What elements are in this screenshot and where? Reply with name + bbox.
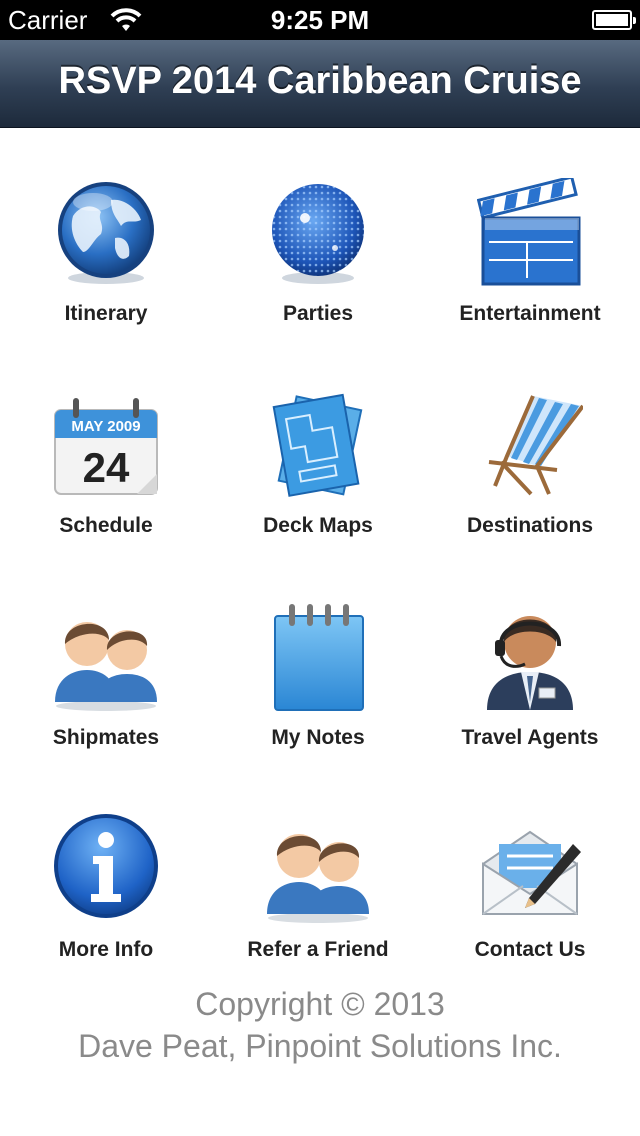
- beach-chair-icon: [488, 395, 583, 496]
- menu-item-label: Parties: [282, 302, 354, 325]
- menu-item-label: Deck Maps: [263, 514, 373, 537]
- info-icon: [54, 814, 158, 918]
- menu-item-my-notes[interactable]: My Notes: [212, 552, 424, 752]
- menu-item-label: My Notes: [271, 726, 365, 749]
- page-title: RSVP 2014 Caribbean Cruise: [58, 60, 582, 102]
- menu-item-label: Entertainment: [459, 302, 601, 325]
- copyright-text: Copyright © 2013: [195, 986, 445, 1022]
- status-time: 9:25 PM: [270, 5, 370, 35]
- battery-icon: [592, 10, 636, 30]
- envelope-pen-icon: [482, 830, 581, 915]
- menu-item-entertainment[interactable]: Entertainment: [424, 128, 636, 328]
- people-icon: [267, 834, 369, 923]
- people-icon: [55, 622, 157, 711]
- clapperboard-icon: [477, 178, 581, 286]
- menu-item-label: Refer a Friend: [247, 938, 389, 961]
- footer: Copyright © 2013 Dave Peat, Pinpoint Sol…: [0, 985, 640, 1069]
- menu-item-deck-maps[interactable]: Deck Maps: [212, 340, 424, 540]
- calendar-icon: MAY 2009 24: [54, 398, 158, 495]
- deck-map-icon: [272, 393, 363, 497]
- menu-item-travel-agents[interactable]: Travel Agents: [424, 552, 636, 752]
- menu-item-label: Destinations: [466, 514, 594, 537]
- menu-item-label: Travel Agents: [461, 726, 599, 749]
- calendar-month: MAY 2009: [71, 418, 140, 435]
- menu-item-schedule[interactable]: MAY 2009 24 Schedule: [0, 340, 212, 540]
- menu-item-parties[interactable]: Parties: [212, 128, 424, 328]
- menu-item-label: Contact Us: [474, 938, 586, 961]
- menu-item-label: Itinerary: [64, 302, 148, 325]
- menu-item-refer-a-friend[interactable]: Refer a Friend: [212, 764, 424, 964]
- menu-item-label: More Info: [58, 938, 154, 961]
- menu-item-label: Shipmates: [52, 726, 160, 749]
- status-bar: Carrier 9:25 PM: [0, 0, 640, 40]
- author-text: Dave Peat, Pinpoint Solutions Inc.: [78, 1028, 562, 1064]
- menu-item-destinations[interactable]: Destinations: [424, 340, 636, 540]
- disco-ball-icon: [272, 184, 364, 284]
- calendar-day: 24: [83, 444, 130, 491]
- menu-item-itinerary[interactable]: Itinerary: [0, 128, 212, 328]
- menu-item-shipmates[interactable]: Shipmates: [0, 552, 212, 752]
- menu-item-more-info[interactable]: More Info: [0, 764, 212, 964]
- notepad-icon: [274, 604, 364, 711]
- menu-item-label: Schedule: [59, 514, 153, 537]
- menu-item-contact-us[interactable]: Contact Us: [424, 764, 636, 964]
- agent-headset-icon: [487, 616, 573, 710]
- navigation-bar: RSVP 2014 Caribbean Cruise: [0, 40, 640, 128]
- globe-icon: [58, 182, 154, 284]
